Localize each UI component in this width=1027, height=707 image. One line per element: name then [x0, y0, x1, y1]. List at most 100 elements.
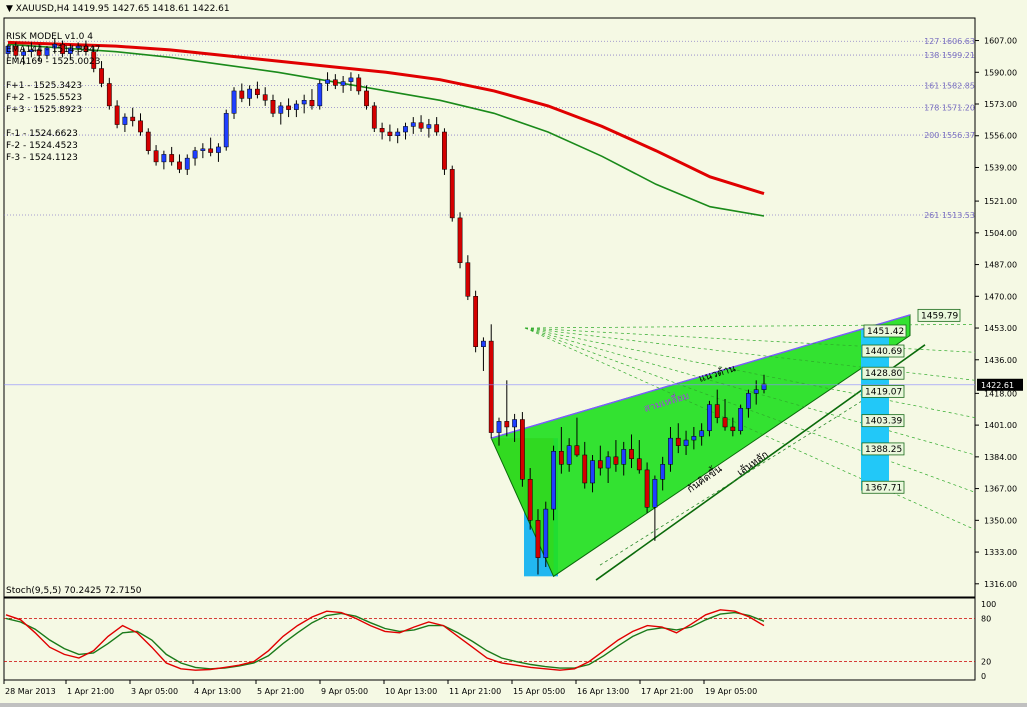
- fminus3-label: F-3 - 1524.1123: [6, 153, 78, 163]
- candle-body: [340, 81, 346, 86]
- candle-body: [145, 131, 151, 151]
- candle-body: [683, 439, 689, 446]
- fib-level-label: 261 1513.53: [924, 211, 975, 220]
- price-box-label: 1440.69: [865, 347, 902, 357]
- y-tick-label: 1453.00: [984, 324, 1017, 333]
- candle-body: [200, 148, 206, 151]
- candle-body: [746, 393, 751, 409]
- candle-body: [558, 451, 564, 465]
- y-tick-label: 1470.00: [984, 292, 1017, 301]
- candle-body: [675, 437, 681, 446]
- candle-body: [426, 124, 432, 129]
- candle-body: [262, 94, 268, 101]
- y-tick-label: 1521.00: [984, 197, 1017, 206]
- price-box-label: 1367.71: [865, 483, 902, 493]
- candle-body: [247, 88, 253, 99]
- candle-body: [106, 83, 112, 107]
- candle-body: [481, 340, 486, 347]
- candle-body: [566, 445, 572, 465]
- chart-menu-arrow-icon[interactable]: ▼: [6, 4, 13, 14]
- candle-body: [613, 456, 619, 465]
- chart-canvas[interactable]: 1607.00 1590.00 1573.00 1556.00 1539.00 1521.…: [0, 0, 1027, 703]
- candle-body: [192, 150, 198, 159]
- candle-body: [184, 157, 190, 170]
- candle-body: [371, 105, 377, 129]
- candle-body: [325, 79, 330, 84]
- y-tick-label: 1401.00: [984, 421, 1017, 430]
- candle-body: [535, 520, 541, 558]
- candle-body: [660, 464, 666, 480]
- y-tick-label: 1504.00: [984, 229, 1017, 238]
- candle-body: [738, 408, 744, 431]
- candle-body: [504, 421, 510, 428]
- chart-window[interactable]: 1607.00 1590.00 1573.00 1556.00 1539.00 1521.…: [0, 0, 1027, 703]
- candle-body: [169, 154, 175, 163]
- candle-body: [301, 100, 307, 105]
- candle-body: [582, 454, 588, 484]
- candle-body: [122, 116, 128, 125]
- candle-body: [621, 449, 627, 465]
- candle-body: [543, 508, 549, 558]
- fminus2-label: F-2 - 1524.4523: [6, 141, 78, 151]
- x-tick-label: 5 Apr 21:00: [257, 687, 304, 696]
- price-box-label: 1459.79: [921, 311, 958, 321]
- stoch-level-label: 20: [981, 658, 991, 667]
- fminus1-label: F-1 - 1524.6623: [6, 129, 78, 139]
- fplus3-label: F+3 - 1525.8923: [6, 105, 83, 115]
- candle-body: [473, 296, 479, 347]
- x-tick-label: 10 Apr 13:00: [385, 687, 437, 696]
- x-tick-label: 15 Apr 05:00: [513, 687, 565, 696]
- candle-body: [574, 445, 580, 456]
- candle-body: [605, 456, 611, 469]
- fplus2-label: F+2 - 1525.5523: [6, 93, 83, 103]
- candle-body: [395, 131, 401, 136]
- fib-level-label: 200 1556.37: [924, 131, 975, 140]
- y-tick-label: 1573.00: [984, 100, 1017, 109]
- x-tick-label: 9 Apr 05:00: [321, 687, 368, 696]
- ema144-label: EMA144 - 1514.3947: [6, 45, 101, 55]
- x-tick-label: 3 Apr 05:00: [131, 687, 178, 696]
- candle-body: [387, 131, 393, 136]
- candle-body: [410, 122, 416, 127]
- y-tick-label: 1487.00: [984, 261, 1017, 270]
- x-tick-label: 11 Apr 21:00: [449, 687, 501, 696]
- price-box-label: 1388.25: [865, 445, 902, 455]
- candle-body: [527, 479, 533, 521]
- candle-body: [161, 154, 167, 163]
- candle-body: [356, 77, 362, 92]
- stoch-level-label: 80: [981, 614, 991, 623]
- candle-body: [239, 90, 245, 99]
- stoch-level-label: 0: [981, 672, 986, 681]
- candle-body: [629, 449, 634, 459]
- y-tick-label: 1350.00: [984, 516, 1017, 525]
- candle-body: [309, 100, 315, 107]
- current-price-label: 1422.61: [981, 381, 1014, 390]
- x-tick-label: 1 Apr 21:00: [67, 687, 114, 696]
- candle-body: [512, 419, 517, 428]
- candle-body: [177, 161, 182, 170]
- price-box-label: 1451.42: [867, 327, 904, 337]
- candle-body: [379, 128, 385, 133]
- risk-model-label: RISK MODEL v1.0 4: [6, 32, 93, 42]
- candle-body: [223, 113, 229, 148]
- y-tick-label: 1590.00: [984, 68, 1017, 77]
- x-tick-label: 4 Apr 13:00: [194, 687, 241, 696]
- candle-body: [465, 262, 471, 297]
- candle-body: [434, 124, 440, 133]
- stoch-level-label: 100: [981, 600, 996, 609]
- candle-body: [216, 146, 221, 153]
- candle-body: [496, 421, 502, 433]
- stoch-label: Stoch(9,5,5) 70.2425 72.7150: [6, 586, 142, 596]
- x-tick-label: 28 Mar 2013: [5, 687, 56, 696]
- candle-body: [644, 469, 650, 508]
- fib-level-label: 127 1606.63: [924, 37, 975, 46]
- y-tick-label: 1556.00: [984, 132, 1017, 141]
- candle-body: [403, 126, 408, 133]
- ema169-label: EMA169 - 1525.0023: [6, 57, 101, 67]
- fib-level-label: 138 1599.21: [924, 51, 975, 60]
- candle-body: [418, 122, 424, 129]
- candle-body: [270, 100, 276, 114]
- candle-body: [138, 120, 143, 133]
- candle-body: [551, 451, 556, 510]
- candle-body: [691, 436, 697, 441]
